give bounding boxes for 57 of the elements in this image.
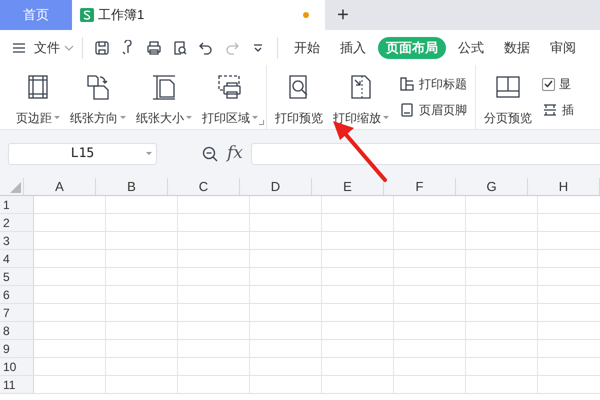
ribbon-tab[interactable]: 数据 [496, 36, 538, 58]
ribbon-button[interactable]: 插 [542, 100, 574, 120]
ribbon-tab[interactable]: 公式 [450, 36, 492, 58]
name-box[interactable]: L15 [8, 143, 157, 165]
row-header[interactable]: 8 [0, 322, 34, 339]
ribbon-button[interactable]: 分页预览 [484, 73, 532, 127]
column-header[interactable]: B [96, 178, 168, 195]
dialog-launcher-icon[interactable] [259, 120, 264, 125]
ribbon-tab[interactable]: 审阅 [542, 36, 584, 58]
row-header[interactable]: 11 [0, 376, 34, 393]
formula-input-field[interactable] [250, 143, 600, 165]
checkmark-icon [544, 80, 553, 88]
row-header[interactable]: 1 [0, 196, 34, 213]
ribbon-button[interactable]: 打印区域 [202, 73, 258, 127]
row-header[interactable]: 2 [0, 214, 34, 231]
zoom-out-icon[interactable] [202, 146, 219, 162]
column-header[interactable]: F [384, 178, 456, 195]
document-tab[interactable]: 工作簿1 [72, 0, 325, 30]
chevron-down-icon [64, 44, 74, 50]
ribbon-button[interactable]: 纸张方向 [70, 73, 126, 127]
print-icon[interactable] [146, 40, 162, 56]
file-menu-button[interactable]: 文件 [30, 38, 74, 58]
ribbon-button[interactable]: 显 [542, 74, 574, 94]
spreadsheet-icon [80, 8, 94, 22]
row-header[interactable]: 3 [0, 232, 34, 249]
tab-label: 工作簿1 [98, 6, 146, 24]
column-header[interactable]: A [24, 178, 96, 195]
paper-size-icon [150, 73, 178, 101]
row-header[interactable]: 5 [0, 268, 34, 285]
menu-icon[interactable] [12, 42, 26, 54]
column-header[interactable]: H [528, 178, 600, 195]
print-titles-icon [399, 76, 415, 92]
row-header[interactable]: 9 [0, 340, 34, 357]
undo-icon[interactable] [198, 40, 214, 56]
row-header[interactable]: 10 [0, 358, 34, 375]
function-label: fx [227, 142, 243, 166]
ribbon-button[interactable]: 页眉页脚 [399, 100, 467, 120]
caret-icon [146, 152, 152, 156]
header-footer-icon [399, 102, 415, 118]
checkbox[interactable] [542, 78, 555, 90]
insert-page-break-icon [542, 102, 558, 118]
ribbon-button[interactable]: 页边距 [16, 73, 60, 127]
ribbon-button[interactable]: 纸张大小 [136, 73, 192, 127]
row-header[interactable]: 6 [0, 286, 34, 303]
ribbon-button[interactable]: 打印预览 [275, 73, 323, 127]
column-header[interactable]: D [240, 178, 312, 195]
new-tab-button[interactable]: + [325, 0, 361, 30]
column-header[interactable]: E [312, 178, 384, 195]
print-preview-icon[interactable] [172, 40, 188, 56]
column-header[interactable]: G [456, 178, 528, 195]
ribbon-tab[interactable]: 开始 [286, 36, 328, 58]
row-header[interactable]: 7 [0, 304, 34, 321]
save-icon[interactable] [94, 40, 110, 56]
ribbon-tab[interactable]: 插入 [332, 36, 374, 58]
ribbon-button[interactable]: 打印标题 [399, 74, 467, 94]
column-header[interactable]: C [168, 178, 240, 195]
row-header[interactable]: 4 [0, 250, 34, 267]
